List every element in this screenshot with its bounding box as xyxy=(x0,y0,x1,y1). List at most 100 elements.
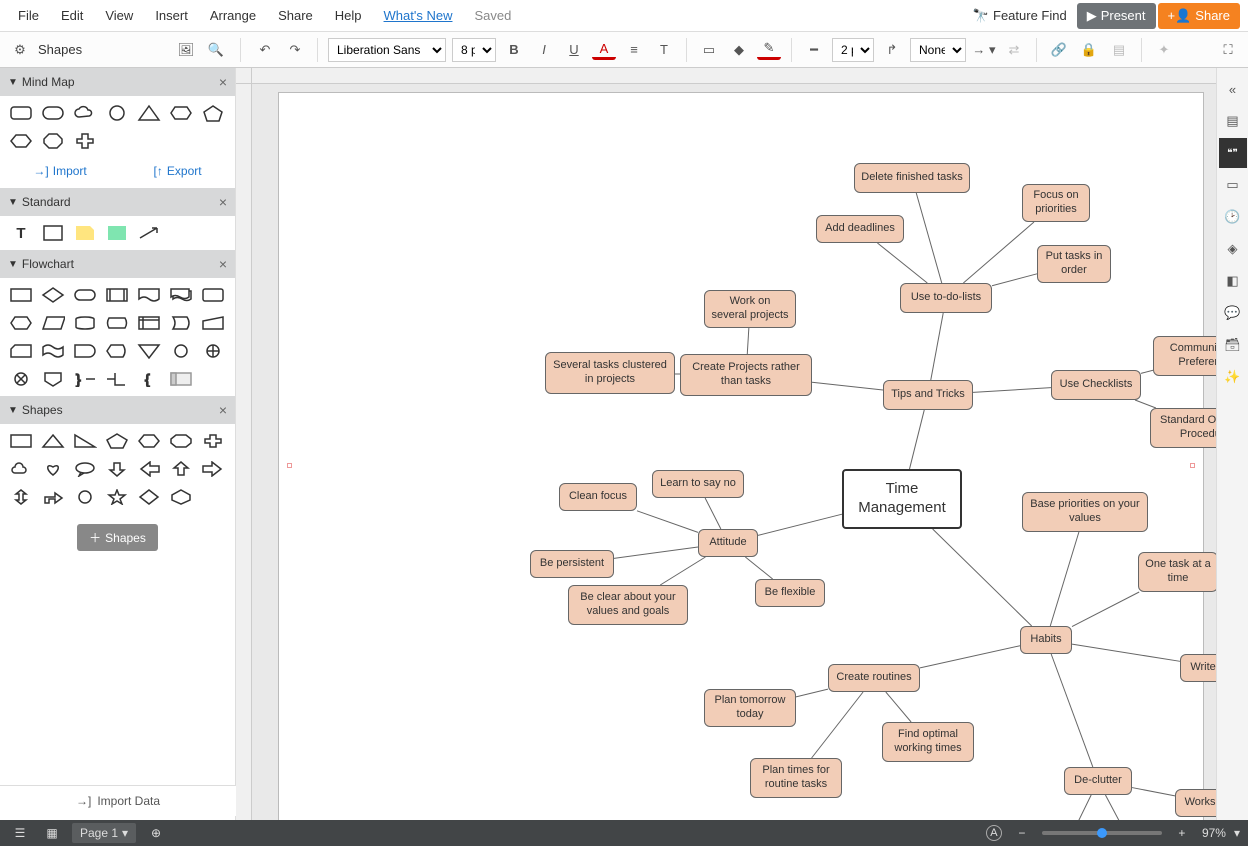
import-data-button[interactable]: →] Import Data xyxy=(0,785,236,816)
shape-block[interactable] xyxy=(40,222,66,244)
menu-view[interactable]: View xyxy=(95,2,143,29)
diagram-node[interactable]: Several tasks clustered in projects xyxy=(545,352,675,394)
diagram-node[interactable]: Use to-do-lists xyxy=(900,283,992,313)
menu-share[interactable]: Share xyxy=(268,2,323,29)
line-end-select[interactable]: None xyxy=(910,38,966,62)
fc-manin[interactable] xyxy=(200,312,226,334)
revision-panel-icon[interactable]: ◧ xyxy=(1219,266,1247,296)
sh-rtri[interactable] xyxy=(72,430,98,452)
diagram-node[interactable]: Focus on priorities xyxy=(1022,184,1090,222)
align-icon[interactable]: ≡ xyxy=(622,38,646,62)
shape-cloud[interactable] xyxy=(72,102,98,124)
sh-arr-bent[interactable] xyxy=(40,486,66,508)
sh-oct[interactable] xyxy=(168,430,194,452)
line-style-icon[interactable]: ━ xyxy=(802,38,826,62)
diagram-node[interactable]: Time Management xyxy=(842,469,962,529)
shape-arrow[interactable] xyxy=(136,222,162,244)
menu-whatsnew[interactable]: What's New xyxy=(374,2,463,29)
sh-poly[interactable] xyxy=(168,486,194,508)
menu-arrange[interactable]: Arrange xyxy=(200,2,266,29)
doc-panel-icon[interactable]: ▤ xyxy=(1219,106,1247,136)
sh-arr-ud[interactable] xyxy=(8,486,34,508)
fc-card[interactable] xyxy=(8,340,34,362)
fc-brace2[interactable]: { xyxy=(136,368,162,390)
sh-cross[interactable] xyxy=(200,430,226,452)
shape-note-green[interactable] xyxy=(104,222,130,244)
fc-inputrect[interactable] xyxy=(200,284,226,306)
fill-icon[interactable]: ▭ xyxy=(697,38,721,62)
fc-sum[interactable] xyxy=(8,368,34,390)
fc-prep[interactable] xyxy=(8,312,34,334)
diagram-node[interactable]: Put tasks in order xyxy=(1037,245,1111,283)
line-color-icon[interactable]: ✎ xyxy=(757,40,781,60)
shape-hexagon[interactable] xyxy=(168,102,194,124)
bold-icon[interactable]: B xyxy=(502,38,526,62)
diagram-node[interactable]: Write it down xyxy=(1180,654,1216,682)
fc-swim[interactable] xyxy=(168,368,194,390)
fc-predef[interactable] xyxy=(104,284,130,306)
fc-process[interactable] xyxy=(8,284,34,306)
close-icon[interactable]: × xyxy=(219,402,227,418)
diagram-node[interactable]: Attitude xyxy=(698,529,758,557)
font-select[interactable]: Liberation Sans xyxy=(328,38,446,62)
present-panel-icon[interactable]: ▭ xyxy=(1219,170,1247,200)
accessibility-icon[interactable]: A xyxy=(986,825,1002,841)
diagram-node[interactable]: Create Projects rather than tasks xyxy=(680,354,812,396)
sh-arr-d[interactable] xyxy=(104,458,130,480)
sh-callout[interactable] xyxy=(72,458,98,480)
section-flowchart[interactable]: ▼Flowchart× xyxy=(0,250,235,278)
diagram-node[interactable]: Be clear about your values and goals xyxy=(568,585,688,625)
sh-circle[interactable] xyxy=(72,486,98,508)
close-icon[interactable]: × xyxy=(219,194,227,210)
close-icon[interactable]: × xyxy=(219,256,227,272)
redo-icon[interactable]: ↷ xyxy=(283,38,307,62)
section-standard[interactable]: ▼Standard× xyxy=(0,188,235,216)
menu-edit[interactable]: Edit xyxy=(51,2,93,29)
diagram-node[interactable]: Plan tomorrow today xyxy=(704,689,796,727)
share-button[interactable]: +👤 Share xyxy=(1158,3,1240,29)
sh-heart[interactable] xyxy=(40,458,66,480)
page-tab[interactable]: Page 1 ▾ xyxy=(72,823,136,843)
underline-icon[interactable]: U xyxy=(562,38,586,62)
chat-panel-icon[interactable]: 💬 xyxy=(1219,298,1247,328)
diagram-node[interactable]: Clean focus xyxy=(559,483,637,511)
zoom-level[interactable]: 97% xyxy=(1202,826,1226,840)
fontsize-select[interactable]: 8 pt xyxy=(452,38,496,62)
layers-panel-icon[interactable]: ◈ xyxy=(1219,234,1247,264)
menu-help[interactable]: Help xyxy=(325,2,372,29)
sh-tri[interactable] xyxy=(40,430,66,452)
sh-diamond[interactable] xyxy=(136,486,162,508)
italic-icon[interactable]: I xyxy=(532,38,556,62)
fullscreen-icon[interactable]: ⛶ xyxy=(1216,38,1240,62)
close-icon[interactable]: × xyxy=(219,74,227,90)
gear-icon[interactable]: ⚙ xyxy=(8,38,32,62)
bucket-icon[interactable]: ◆ xyxy=(727,38,751,62)
diagram-node[interactable]: Be persistent xyxy=(530,550,614,578)
history-panel-icon[interactable]: 🕑 xyxy=(1219,202,1247,232)
zoom-slider[interactable] xyxy=(1042,831,1162,835)
arrow-style-icon[interactable]: → ▾ xyxy=(972,38,996,62)
zoom-out-icon[interactable]: − xyxy=(1010,821,1034,845)
shape-roundrect[interactable] xyxy=(8,102,34,124)
fc-seqdata[interactable] xyxy=(168,312,194,334)
line-routing-icon[interactable]: ↱ xyxy=(880,38,904,62)
data-panel-icon[interactable]: 🗃 xyxy=(1219,330,1247,360)
ai-panel-icon[interactable]: ✨ xyxy=(1219,362,1247,392)
diagram-node[interactable]: Plan times for routine tasks xyxy=(750,758,842,798)
section-shapes[interactable]: ▼Shapes× xyxy=(0,396,235,424)
import-link[interactable]: →] Import xyxy=(33,164,86,178)
menu-insert[interactable]: Insert xyxy=(145,2,198,29)
search-icon[interactable]: 🔍 xyxy=(204,38,228,62)
fc-or[interactable] xyxy=(200,340,226,362)
sh-arr-l[interactable] xyxy=(136,458,162,480)
text-style-icon[interactable]: T xyxy=(652,38,676,62)
sh-hex[interactable] xyxy=(136,430,162,452)
diagram-node[interactable]: Use Checklists xyxy=(1051,370,1141,400)
diagram-node[interactable]: Habits xyxy=(1020,626,1072,654)
diagram-node[interactable]: Base priorities on your values xyxy=(1022,492,1148,532)
fc-display[interactable] xyxy=(104,340,130,362)
fc-doc[interactable] xyxy=(136,284,162,306)
fc-db[interactable] xyxy=(72,312,98,334)
sh-rect[interactable] xyxy=(8,430,34,452)
fc-delay[interactable] xyxy=(72,340,98,362)
